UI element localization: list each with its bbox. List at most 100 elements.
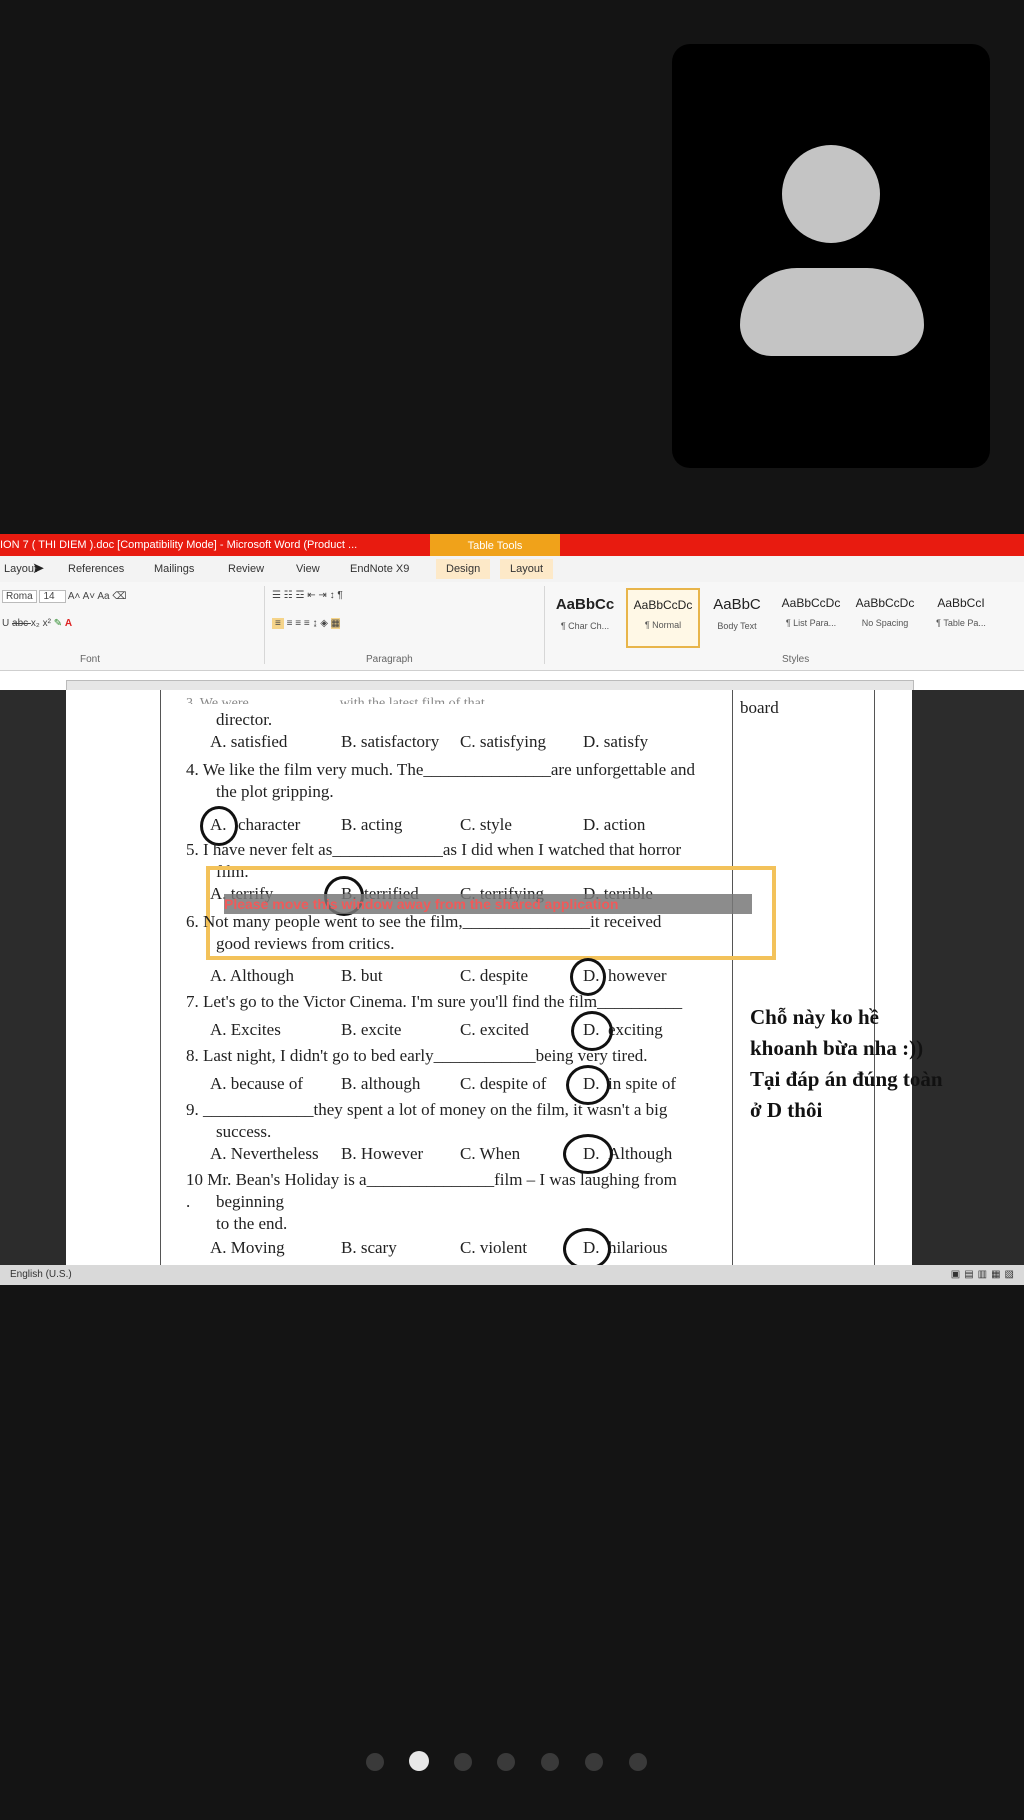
style-table-pa[interactable]: AaBbCcI ¶ Table Pa... xyxy=(924,588,998,644)
option: B. acting xyxy=(341,815,403,834)
font-name-box[interactable]: Roma xyxy=(2,590,37,603)
style-name: ¶ Char Ch... xyxy=(560,621,610,631)
question-line: 4. We like the film very much. The______… xyxy=(186,760,695,779)
numbering-icon[interactable]: ☷ xyxy=(284,590,296,601)
view-buttons-icon[interactable]: ▣▤▥▦▧ xyxy=(951,1265,1018,1285)
answer-circle xyxy=(571,1011,613,1051)
bullets-icon[interactable]: ☰ xyxy=(272,590,284,601)
table-tools-label: Table Tools xyxy=(430,534,560,558)
mouse-cursor-icon: ➤ xyxy=(32,560,45,577)
option: C. despite of xyxy=(460,1074,547,1093)
superscript-icon[interactable]: x² xyxy=(43,618,54,629)
borders-icon[interactable]: ▦ xyxy=(330,618,341,629)
option: B. excite xyxy=(341,1020,402,1039)
change-case-icon[interactable]: Aa xyxy=(97,591,112,602)
grow-font-icon[interactable]: A˄ A˅ xyxy=(68,591,97,602)
table-border xyxy=(732,690,733,1265)
status-bar: English (U.S.) ▣▤▥▦▧ xyxy=(0,1265,1024,1285)
tab-table-layout[interactable]: Layout xyxy=(500,559,554,579)
align-left-icon[interactable]: ≡ xyxy=(272,618,284,629)
style-preview: AaBbCcDc xyxy=(855,596,915,610)
table-border xyxy=(874,690,875,1265)
option: B. but xyxy=(341,966,383,985)
font-row-2: U abc x₂ x² ✎ A xyxy=(2,618,72,629)
shading-icon[interactable]: ◈ xyxy=(320,618,330,629)
question-line: 8. Last night, I didn't go to bed early_… xyxy=(186,1046,648,1065)
question-line: 9. _____________they spent a lot of mone… xyxy=(186,1100,668,1119)
option: D. satisfy xyxy=(583,732,649,751)
paragraph-row-2: ≡ ≡ ≡ ≡ ↨ ◈ ▦ xyxy=(272,618,341,629)
share-warning-banner: Please move this window away from the sh… xyxy=(224,894,752,914)
cut-off-question: 3. We were_____________with the latest f… xyxy=(186,696,485,704)
page-dot[interactable] xyxy=(366,1753,384,1771)
indent-icon[interactable]: ⇤ ⇥ xyxy=(307,590,329,601)
highlight-icon[interactable]: ✎ xyxy=(54,618,65,629)
style-preview: AaBbCc xyxy=(555,596,615,613)
option: C. satisfying xyxy=(460,732,546,751)
option: B. scary xyxy=(341,1238,397,1257)
group-label-styles: Styles xyxy=(782,654,810,665)
question-line: director. xyxy=(216,710,273,729)
option: exciting xyxy=(608,1020,663,1039)
align-center-icon[interactable]: ≡ xyxy=(287,618,296,629)
style-normal[interactable]: AaBbCcDc ¶ Normal xyxy=(626,588,700,648)
option: B. satisfactory xyxy=(341,732,440,751)
tab-mailings[interactable]: Mailings xyxy=(154,563,194,575)
style-name: ¶ Table Pa... xyxy=(936,618,986,628)
ribbon-tabs: Layout ➤ References Mailings Review View… xyxy=(0,556,1024,582)
status-language[interactable]: English (U.S.) xyxy=(10,1265,72,1285)
style-list-para[interactable]: AaBbCcDc ¶ List Para... xyxy=(776,588,846,644)
separator xyxy=(544,586,545,664)
style-preview: AaBbCcDc xyxy=(633,598,693,612)
pilcrow-icon[interactable]: ¶ xyxy=(337,590,342,601)
option: C. violent xyxy=(460,1238,528,1257)
option: A. satisfied xyxy=(210,732,288,751)
question-line: 10 Mr. Bean's Holiday is a______________… xyxy=(186,1170,677,1189)
page-dot[interactable] xyxy=(629,1753,647,1771)
page-dot[interactable] xyxy=(497,1753,515,1771)
question-line: beginning xyxy=(216,1192,284,1211)
tab-view[interactable]: View xyxy=(296,563,320,575)
tab-design[interactable]: Design xyxy=(436,559,491,579)
strikethrough-icon[interactable]: abc xyxy=(12,618,31,629)
handwritten-note: Chỗ này ko hề khoanh bừa nha :)) Tại đáp… xyxy=(750,1005,943,1122)
shared-screen: ION 7 ( THI DIEM ).doc [Compatibility Mo… xyxy=(0,534,1024,1285)
style-char-ch[interactable]: AaBbCc ¶ Char Ch... xyxy=(550,588,620,644)
tab-endnote[interactable]: EndNote X9 xyxy=(350,563,409,575)
option: however xyxy=(608,966,667,985)
multilevel-icon[interactable]: ☲ xyxy=(296,590,308,601)
font-color-icon[interactable]: A xyxy=(65,618,72,629)
question-number-dot: . xyxy=(186,1192,191,1211)
option: C. despite xyxy=(460,966,528,985)
font-size-box[interactable]: 14 xyxy=(39,590,66,603)
underline-icon[interactable]: U xyxy=(2,618,9,629)
style-body-text[interactable]: AaBbC Body Text xyxy=(702,588,772,644)
page-dot[interactable] xyxy=(541,1753,559,1771)
question-line: 6. Not many people went to see the film,… xyxy=(186,912,662,931)
answer-circle xyxy=(563,1228,611,1270)
option: A. Although xyxy=(210,966,295,985)
align-right-icon[interactable]: ≡ xyxy=(295,618,304,629)
answer-circle xyxy=(570,958,606,996)
clear-format-icon[interactable]: ⌫ xyxy=(112,591,126,602)
style-preview: AaBbCcDc xyxy=(781,596,841,610)
avatar-body xyxy=(740,268,924,356)
participant-video-tile[interactable] xyxy=(672,44,990,468)
subscript-icon[interactable]: x₂ xyxy=(31,618,43,629)
group-label-paragraph: Paragraph xyxy=(366,654,413,665)
option: C. When xyxy=(460,1144,521,1163)
option: A. Nevertheless xyxy=(210,1144,319,1163)
page-dot[interactable] xyxy=(585,1753,603,1771)
style-no-spacing[interactable]: AaBbCcDc No Spacing xyxy=(850,588,920,644)
tab-references[interactable]: References xyxy=(68,563,124,575)
question-line: the plot gripping. xyxy=(216,782,334,801)
tab-review[interactable]: Review xyxy=(228,563,264,575)
answer-circle xyxy=(563,1134,613,1174)
page-dot[interactable] xyxy=(454,1753,472,1771)
separator xyxy=(264,586,265,664)
question-line: success. xyxy=(216,1122,272,1141)
justify-icon[interactable]: ≡ xyxy=(304,618,313,629)
page-dot-active[interactable] xyxy=(409,1751,429,1771)
style-name: ¶ Normal xyxy=(644,620,682,630)
style-preview: AaBbCcI xyxy=(937,596,985,610)
